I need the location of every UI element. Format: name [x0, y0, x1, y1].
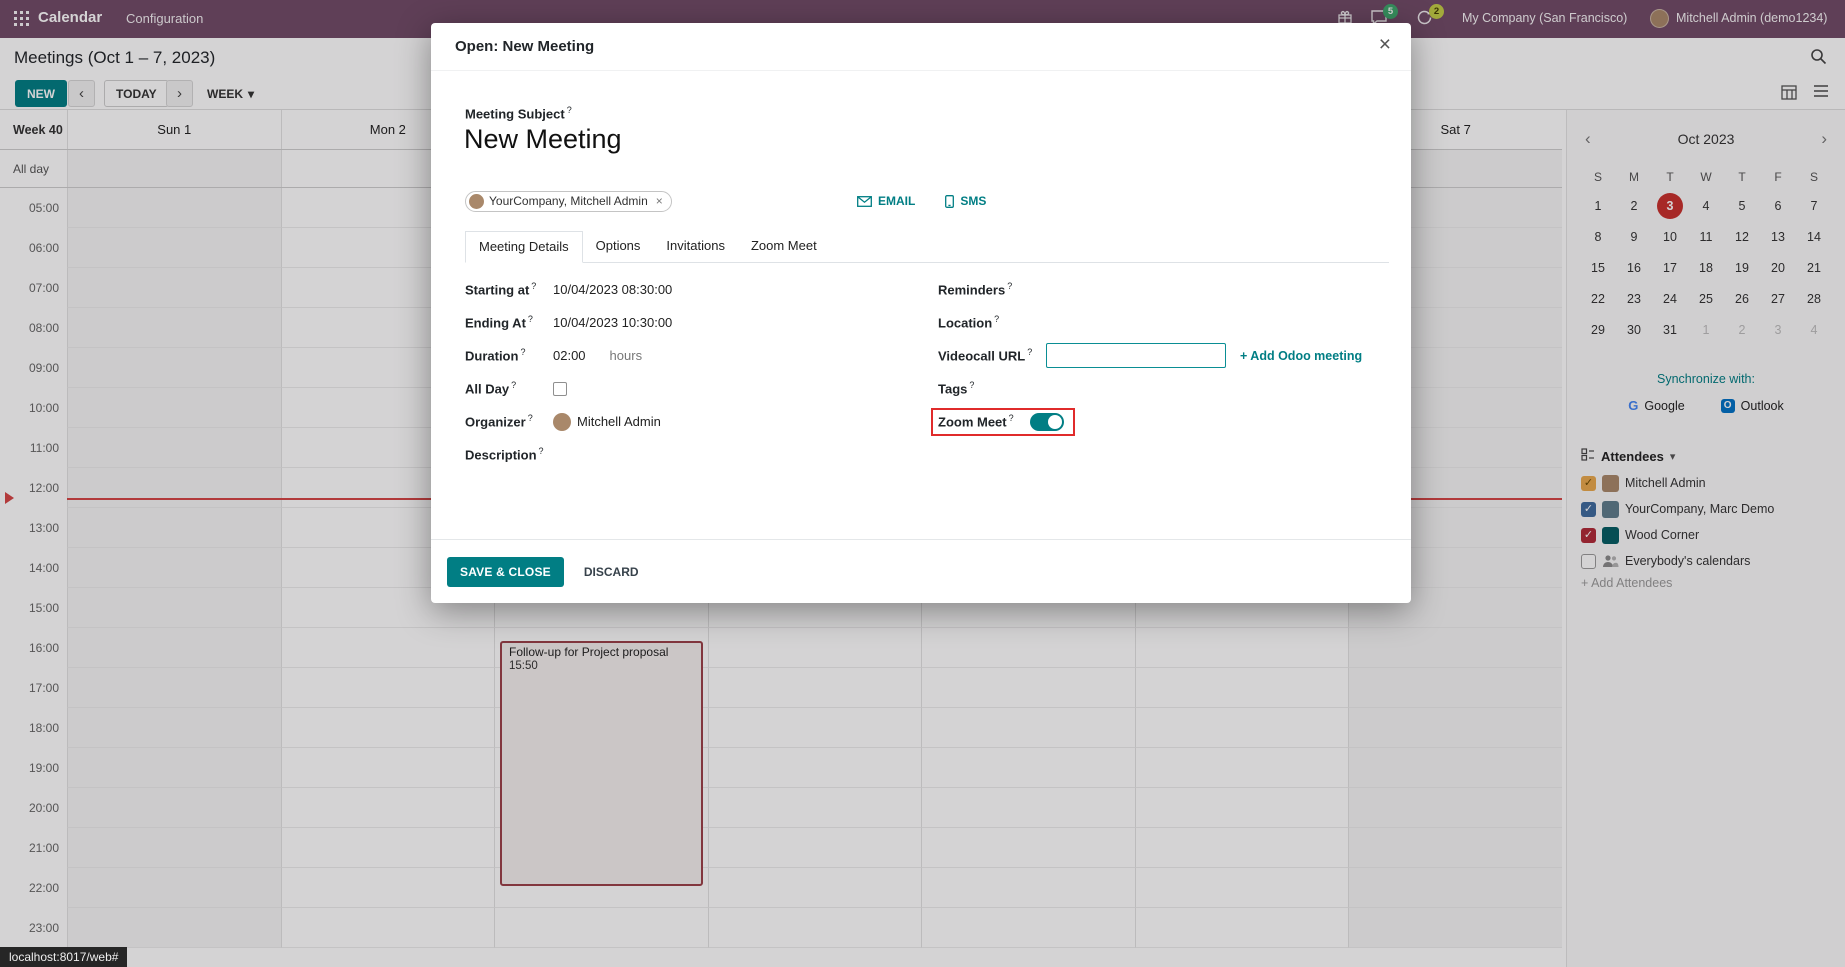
sms-button-label: SMS — [960, 194, 986, 208]
reminders-label-text: Reminders — [938, 283, 1005, 298]
form-left-column: Starting at? 10/04/2023 08:30:00 Ending … — [465, 273, 672, 471]
videocall-url-input[interactable] — [1046, 343, 1226, 368]
new-meeting-modal: Open: New Meeting × Meeting Subject? New… — [431, 23, 1411, 603]
field-description: Description? — [465, 438, 672, 471]
help-icon: ? — [994, 314, 999, 324]
field-duration: Duration? 02:00 hours — [465, 339, 672, 372]
videocall-url-label: Videocall URL? — [938, 347, 1046, 363]
mobile-icon — [945, 195, 954, 208]
ending-at-value[interactable]: 10/04/2023 10:30:00 — [553, 315, 672, 330]
ending-at-label-text: Ending At — [465, 316, 526, 331]
tab-meeting-details[interactable]: Meeting Details — [465, 231, 583, 263]
zoom-meet-label: Zoom Meet? — [938, 413, 1014, 429]
all-day-checkbox[interactable] — [553, 382, 567, 396]
zoom-meet-toggle[interactable] — [1030, 413, 1064, 431]
help-icon: ? — [511, 380, 516, 390]
description-label: Description? — [465, 446, 553, 462]
tab-zoom-meet[interactable]: Zoom Meet — [738, 231, 830, 262]
tab-options[interactable]: Options — [583, 231, 654, 262]
field-tags: Tags? — [938, 372, 1362, 405]
close-icon[interactable]: × — [1379, 33, 1391, 57]
help-icon: ? — [531, 281, 536, 291]
duration-unit: hours — [610, 348, 643, 363]
save-close-button[interactable]: SAVE & CLOSE — [447, 557, 564, 587]
starting-at-value[interactable]: 10/04/2023 08:30:00 — [553, 282, 672, 297]
help-icon: ? — [1027, 347, 1032, 357]
avatar — [553, 413, 571, 431]
reminders-label: Reminders? — [938, 281, 1046, 297]
add-odoo-meeting-link[interactable]: + Add Odoo meeting — [1240, 349, 1362, 363]
zoom-meet-label-text: Zoom Meet — [938, 415, 1007, 430]
field-reminders: Reminders? — [938, 273, 1362, 306]
description-label-text: Description — [465, 448, 537, 463]
zoom-meet-highlight: Zoom Meet? — [931, 408, 1075, 436]
starting-at-label: Starting at? — [465, 281, 553, 297]
starting-at-label-text: Starting at — [465, 283, 529, 298]
meeting-subject-label-text: Meeting Subject — [465, 106, 565, 121]
all-day-label-text: All Day — [465, 382, 509, 397]
help-icon: ? — [1009, 413, 1014, 423]
remove-tag-icon[interactable]: × — [656, 194, 663, 208]
organizer-label: Organizer? — [465, 413, 553, 429]
help-icon: ? — [969, 380, 974, 390]
form-right-column: Reminders? Location? Videocall URL? + Ad… — [938, 273, 1362, 438]
location-label-text: Location — [938, 316, 992, 331]
all-day-label: All Day? — [465, 380, 553, 396]
field-ending-at: Ending At? 10/04/2023 10:30:00 — [465, 306, 672, 339]
help-icon: ? — [528, 413, 533, 423]
field-organizer: Organizer? Mitchell Admin — [465, 405, 672, 438]
screen: Calendar Configuration 5 2 My Company (S… — [0, 0, 1845, 967]
videocall-url-label-text: Videocall URL — [938, 349, 1025, 364]
field-videocall-url: Videocall URL? + Add Odoo meeting — [938, 339, 1362, 372]
help-icon: ? — [520, 347, 525, 357]
location-label: Location? — [938, 314, 1046, 330]
help-icon: ? — [567, 105, 572, 115]
organizer-value[interactable]: Mitchell Admin — [577, 414, 661, 429]
modal-header: Open: New Meeting × — [431, 23, 1411, 71]
help-icon: ? — [528, 314, 533, 324]
tags-label-text: Tags — [938, 382, 967, 397]
field-zoom-meet: Zoom Meet? — [938, 405, 1362, 438]
modal-tabs: Meeting Details Options Invitations Zoom… — [465, 231, 1389, 263]
tab-invitations[interactable]: Invitations — [653, 231, 738, 262]
discard-button[interactable]: DISCARD — [584, 565, 639, 579]
attendee-tag-label: YourCompany, Mitchell Admin — [489, 194, 648, 208]
avatar — [469, 194, 484, 209]
attendee-tag-row: YourCompany, Mitchell Admin × — [465, 189, 672, 213]
communication-buttons: EMAIL SMS — [857, 189, 986, 213]
meeting-subject-input[interactable]: New Meeting — [464, 124, 622, 155]
sms-button[interactable]: SMS — [945, 194, 986, 208]
field-starting-at: Starting at? 10/04/2023 08:30:00 — [465, 273, 672, 306]
field-location: Location? — [938, 306, 1362, 339]
modal-footer: SAVE & CLOSE DISCARD — [431, 539, 1411, 603]
status-bar: localhost:8017/web# — [0, 947, 127, 967]
modal-title: Open: New Meeting — [455, 38, 594, 55]
field-all-day: All Day? — [465, 372, 672, 405]
email-button[interactable]: EMAIL — [857, 194, 915, 208]
organizer-label-text: Organizer — [465, 415, 526, 430]
email-button-label: EMAIL — [878, 194, 915, 208]
duration-label: Duration? — [465, 347, 553, 363]
duration-value[interactable]: 02:00 — [553, 348, 586, 363]
duration-label-text: Duration — [465, 349, 518, 364]
help-icon: ? — [1007, 281, 1012, 291]
tags-label: Tags? — [938, 380, 1046, 396]
attendee-tag[interactable]: YourCompany, Mitchell Admin × — [465, 191, 672, 212]
help-icon: ? — [539, 446, 544, 456]
ending-at-label: Ending At? — [465, 314, 553, 330]
meeting-subject-label: Meeting Subject? — [465, 105, 572, 121]
envelope-icon — [857, 196, 872, 207]
